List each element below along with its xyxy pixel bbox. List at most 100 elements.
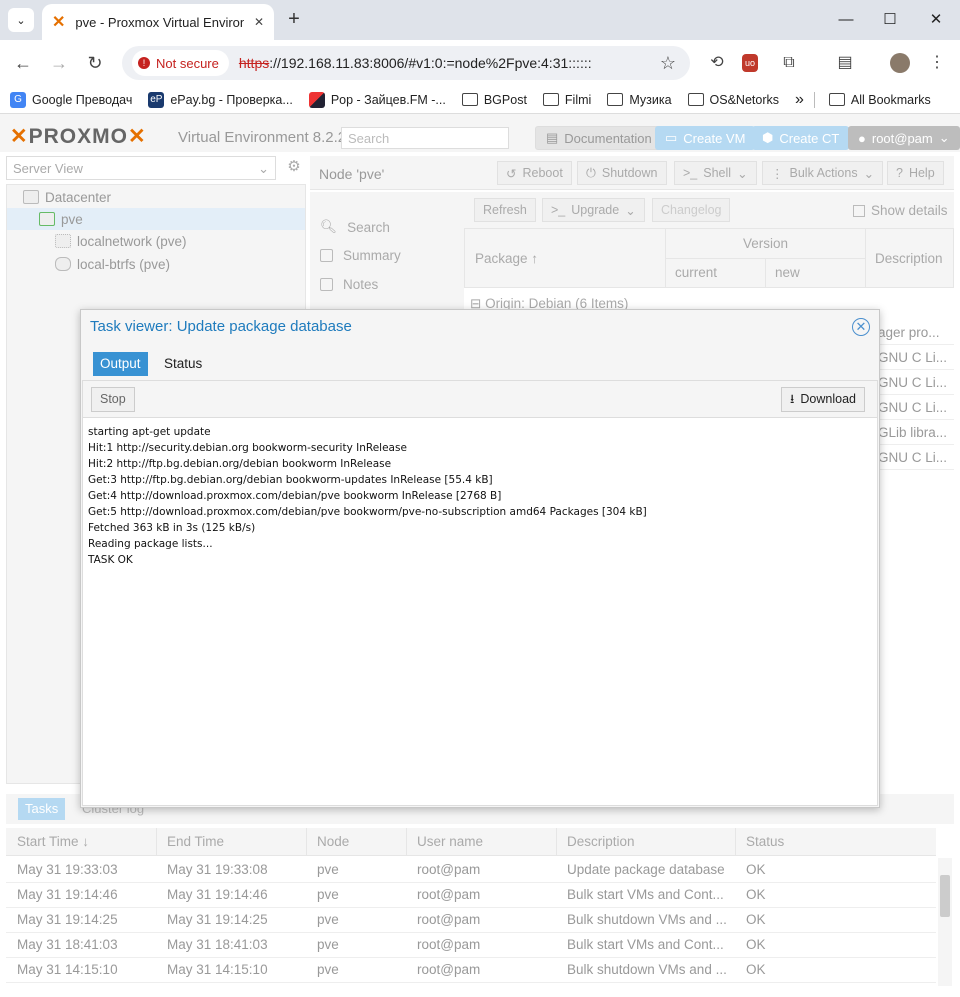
bookmark-bgpost[interactable]: BGPost [461,93,527,107]
tab-tasks[interactable]: Tasks [18,798,66,820]
table-row[interactable]: May 31 19:33:03 May 31 19:33:08 pve root@pa… [6,858,936,883]
col-user-name[interactable]: User name [417,834,483,849]
col-end-time[interactable]: End Time [167,834,224,849]
notes-icon [320,278,333,291]
browser-tab[interactable]: ✕ pve - Proxmox Virtual Environme ✕ [42,4,274,40]
shell-button[interactable]: >_ Shell ⌄ [674,161,757,185]
extensions-icon[interactable]: ⧉ [778,52,800,74]
tab-status[interactable]: Status [164,356,202,371]
forward-arrow-icon[interactable]: → [44,48,74,78]
col-version: Version [743,236,789,251]
col-package[interactable]: Package ↑ [475,251,538,266]
tree-item-localnetwork[interactable]: localnetwork (pve) [7,230,305,252]
col-start-time[interactable]: Start Time ↓ [17,834,89,849]
show-details-checkbox[interactable]: Show details [853,203,948,218]
tree-label: Datacenter [45,189,112,205]
address-bar[interactable]: ! Not secure https://192.168.11.83:8006/#… [122,46,690,80]
bookmark-epay[interactable]: eP ePay.bg - Проверка... [148,91,293,108]
new-tab-button[interactable]: + [282,8,306,32]
documentation-button[interactable]: ▤ Documentation [535,126,663,150]
table-cell: Bulk shutdown VMs and ... [567,962,727,977]
datacenter-icon [23,190,39,204]
scrollbar-thumb[interactable] [940,875,950,917]
download-label: Download [800,392,856,406]
sync-icon[interactable]: ⟲ [706,52,728,74]
bookmark-star-icon[interactable]: ☆ [660,53,676,74]
tab-output[interactable]: Output [93,352,148,376]
maximize-button[interactable]: ☐ [870,6,910,34]
changelog-button[interactable]: Changelog [652,198,731,222]
bookmark-osnetorks[interactable]: OS&Netorks [687,93,779,107]
all-bookmarks[interactable]: All Bookmarks [828,93,931,107]
profile-avatar[interactable] [890,53,910,73]
bookmark-muzika[interactable]: Музика [607,93,672,107]
bookmark-zaycev[interactable]: Pop - Зайцев.FM -... [308,91,446,108]
tree-item-pve[interactable]: pve [7,208,305,230]
refresh-button[interactable]: Refresh [474,198,536,222]
bookmarks-divider [813,91,815,108]
create-ct-button[interactable]: ⬢ Create CT [752,126,850,150]
more-bookmarks-icon[interactable]: » [795,91,804,109]
table-row[interactable]: May 31 19:14:25 May 31 19:14:25 pve root@pa… [6,908,936,933]
not-secure-chip[interactable]: ! Not secure [132,50,229,76]
tree-item-local-btrfs[interactable]: local-btrfs (pve) [7,253,305,275]
table-row[interactable]: May 31 14:15:10 May 31 14:15:10 pve root@pa… [6,958,936,983]
table-cell: OK [746,912,766,927]
global-search-input[interactable]: Search [341,127,509,149]
reload-icon[interactable]: ↻ [80,48,110,78]
checkbox-icon [853,204,865,217]
reboot-label: Reboot [522,166,563,180]
bookmark-google-translate[interactable]: G Google Преводач [10,91,132,108]
menu-item-search[interactable]: 🔍︎ Search [320,219,390,235]
tab-title: pve - Proxmox Virtual Environme [75,14,244,30]
ublock-icon[interactable]: uo [742,54,758,72]
user-menu-button[interactable]: ● root@pam ⌄ [848,126,960,150]
close-window-button[interactable]: ✕ [916,6,956,34]
show-details-label: Show details [871,203,948,218]
table-cell: pve [317,962,339,977]
download-button[interactable]: ⭳ Download [781,387,865,412]
col-current[interactable]: current [675,265,717,280]
help-button[interactable]: ? Help [887,161,944,185]
search-icon: 🔍︎ [320,219,338,234]
back-arrow-icon[interactable]: ← [8,48,38,78]
tree-item-datacenter[interactable]: Datacenter [7,186,305,208]
menu-label: Summary [343,248,401,263]
upgrade-label: Upgrade [571,203,620,217]
bookmark-filmi[interactable]: Filmi [542,93,591,107]
col-description[interactable]: Description [875,251,943,266]
shutdown-button[interactable]: ⏻ Shutdown [577,161,667,185]
col-status[interactable]: Status [746,834,784,849]
upgrade-button[interactable]: >_ Upgrade ⌄ [542,198,645,222]
minimize-button[interactable]: — [826,6,866,34]
tab-search-button[interactable]: ⌄ [8,8,34,32]
menu-item-notes[interactable]: Notes [320,277,378,292]
description-cell: GNU C Li... [878,450,948,465]
col-node[interactable]: Node [317,834,349,849]
side-panel-icon[interactable]: ▤ [834,52,856,74]
tab-close-icon[interactable]: ✕ [254,15,264,29]
bookmark-label: ePay.bg - Проверка... [170,92,293,107]
tree-label: localnetwork (pve) [77,233,187,249]
reboot-icon: ↺ [506,166,517,181]
bulk-actions-button[interactable]: ⋮ Bulk Actions ⌄ [762,161,884,185]
table-row[interactable]: May 31 19:14:46 May 31 19:14:46 pve root@pa… [6,883,936,908]
monitor-icon: ▭ [665,130,678,145]
server-view-select[interactable]: Server View ⌄ [6,156,276,180]
folder-icon [687,93,704,106]
create-vm-button[interactable]: ▭ Create VM [655,126,756,150]
table-cell: May 31 19:33:03 [17,862,118,877]
google-translate-icon: G [10,91,26,108]
col-new[interactable]: new [775,265,800,280]
browser-menu-icon[interactable]: ⋮ [926,52,948,74]
stop-button[interactable]: Stop [91,387,135,412]
reboot-button[interactable]: ↺ Reboot [497,161,572,185]
col-description[interactable]: Description [567,834,635,849]
gear-icon[interactable]: ⚙ [284,157,304,177]
log-line: Get:4 http://download.proxmox.com/debian… [88,490,502,502]
close-icon[interactable]: ✕ [852,318,870,336]
description-cell: ager pro... [878,325,940,340]
table-cell: root@pam [417,887,481,902]
menu-item-summary[interactable]: Summary [320,248,401,263]
table-row[interactable]: May 31 18:41:03 May 31 18:41:03 pve root@pa… [6,933,936,958]
